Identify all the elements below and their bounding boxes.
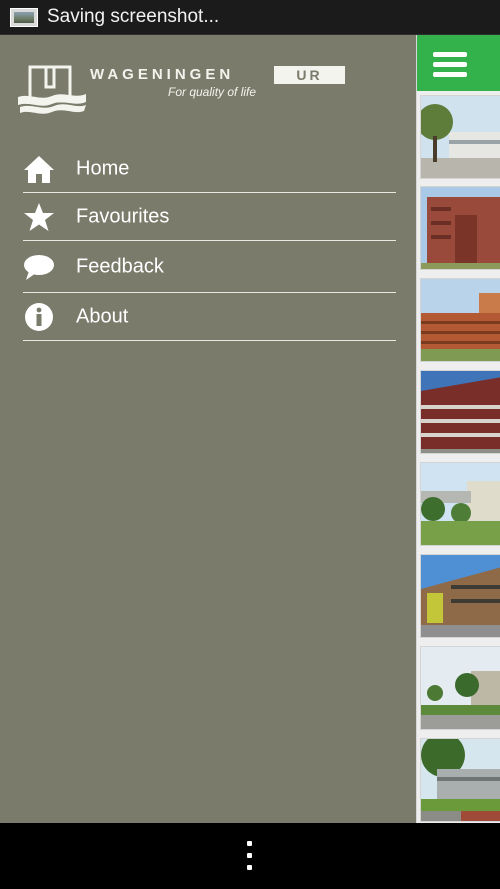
brand-name: WAGENINGEN — [90, 66, 235, 83]
menu-label-favourites: Favourites — [76, 205, 170, 227]
building-photo — [421, 187, 500, 269]
menu-label-feedback: Feedback — [76, 255, 164, 277]
building-photo — [421, 739, 500, 821]
menu-item-about[interactable]: About — [23, 293, 396, 341]
building-thumbnail[interactable] — [420, 738, 500, 822]
building-photo — [421, 463, 500, 545]
overflow-menu-icon[interactable] — [240, 839, 260, 873]
screenshot-icon — [10, 8, 38, 27]
wur-logo-icon — [18, 65, 86, 114]
menu-label-about: About — [76, 305, 129, 327]
main-content-peek — [416, 35, 500, 823]
menu-item-favourites[interactable]: Favourites — [23, 193, 396, 241]
building-photo — [421, 647, 500, 729]
star-icon — [24, 202, 54, 231]
navigation-drawer: WAGENINGEN UR For quality of life Home F… — [0, 35, 416, 823]
building-thumbnail[interactable] — [420, 278, 500, 362]
system-nav-bar — [0, 823, 500, 889]
home-icon — [24, 155, 54, 183]
hamburger-icon — [433, 72, 467, 77]
building-thumbnail[interactable] — [420, 95, 500, 179]
hamburger-icon — [433, 52, 467, 57]
status-bar: Saving screenshot... — [0, 0, 500, 35]
brand-logo: WAGENINGEN UR For quality of life — [16, 65, 345, 145]
menu-item-home[interactable]: Home — [23, 145, 396, 193]
drawer-menu: Home Favourites Feedback About — [23, 145, 396, 341]
menu-item-feedback[interactable]: Feedback — [23, 241, 396, 293]
building-thumbnail[interactable] — [420, 646, 500, 730]
building-thumbnail[interactable] — [420, 186, 500, 270]
status-text: Saving screenshot... — [47, 6, 220, 27]
menu-label-home: Home — [76, 157, 130, 179]
building-thumbnail[interactable] — [420, 462, 500, 546]
building-thumbnail[interactable] — [420, 554, 500, 638]
building-photo — [421, 371, 500, 453]
hamburger-icon — [433, 62, 467, 67]
building-thumbnail[interactable] — [420, 370, 500, 454]
hamburger-menu-button[interactable] — [417, 35, 500, 91]
info-icon — [25, 302, 53, 331]
building-photo — [421, 279, 500, 361]
brand-badge: UR — [274, 66, 345, 84]
brand-tagline: For quality of life — [168, 85, 257, 99]
building-photo — [421, 555, 500, 637]
building-photo — [421, 96, 500, 178]
speech-bubble-icon — [24, 254, 54, 280]
